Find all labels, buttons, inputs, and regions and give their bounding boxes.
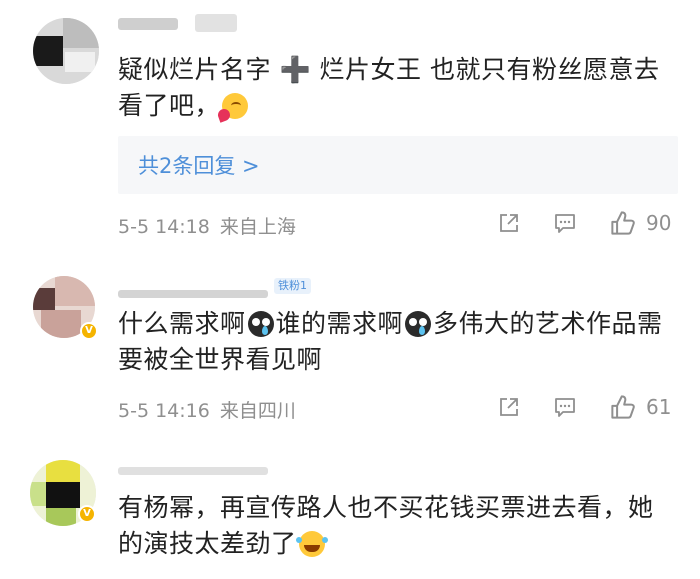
thumbs-up-icon xyxy=(611,211,635,235)
comment-3: V 有杨幂，再宣传路人也不买花钱买票进去看，她的演技太差劲了 xyxy=(0,445,700,579)
view-replies-link[interactable]: 共2条回复 > xyxy=(138,150,260,180)
crying-emoji-icon xyxy=(405,311,432,337)
fan-level-badge: 铁粉1 xyxy=(274,278,311,294)
cute-emoji-icon xyxy=(222,93,249,119)
username-blurred[interactable] xyxy=(118,18,178,30)
avatar[interactable] xyxy=(33,18,99,84)
action-bar: 90 xyxy=(498,210,678,238)
location: 来自上海 xyxy=(219,216,296,238)
laughing-crying-emoji-icon xyxy=(295,531,325,557)
thumbs-up-icon xyxy=(611,395,635,419)
comment-button[interactable] xyxy=(554,210,580,238)
username-blurred[interactable] xyxy=(118,290,268,298)
like-count: 61 xyxy=(646,395,672,419)
verified-badge-icon: V xyxy=(78,505,96,523)
like-count: 90 xyxy=(646,211,672,235)
timestamp: 5-5 14:16 xyxy=(118,400,210,422)
comment-segment: 什么需求啊 xyxy=(118,309,246,338)
location: 来自四川 xyxy=(219,400,296,422)
verified-badge-icon: V xyxy=(80,322,98,340)
comment-text: 有杨幂，再宣传路人也不买花钱买票进去看，她的演技太差劲了 xyxy=(118,490,678,562)
share-icon xyxy=(500,214,518,232)
comment-icon xyxy=(555,214,575,233)
comment-segment: 谁的需求啊 xyxy=(275,309,404,338)
comment-text: 什么需求啊 谁的需求啊 多伟大的艺术作品需要被全世界看见啊 xyxy=(118,306,678,378)
like-button[interactable]: 90 xyxy=(610,210,678,238)
comment-body: 有杨幂，再宣传路人也不买花钱买票进去看，她的演技太差劲了 xyxy=(118,493,654,558)
timestamp: 5-5 14:18 xyxy=(118,216,210,238)
share-button[interactable] xyxy=(498,210,524,238)
action-bar: 61 xyxy=(498,394,678,422)
comment-2: V 铁粉1 什么需求啊 谁的需求啊 多伟大的艺术作品需要被全世界看见啊 5-5 14… xyxy=(0,250,700,445)
comment-body: 疑似烂片名字 ➕ 烂片女王 也就只有粉丝愿意去看了吧， xyxy=(118,55,660,120)
crying-emoji-icon xyxy=(247,311,274,337)
like-button[interactable]: 61 xyxy=(610,394,678,422)
comment-meta: 5-5 14:18 来自上海 xyxy=(118,212,296,239)
comment-meta: 5-5 14:16 来自四川 xyxy=(118,396,296,423)
replies-panel: 共2条回复 > xyxy=(118,136,678,194)
comment-icon xyxy=(555,398,575,417)
comment-button[interactable] xyxy=(554,394,580,422)
comment-text: 疑似烂片名字 ➕ 烂片女王 也就只有粉丝愿意去看了吧， xyxy=(118,52,678,124)
share-button[interactable] xyxy=(498,394,524,422)
share-icon xyxy=(500,398,518,416)
comment-1: 疑似烂片名字 ➕ 烂片女王 也就只有粉丝愿意去看了吧， 共2条回复 > 5-5 … xyxy=(0,0,700,250)
username-blurred[interactable] xyxy=(118,467,268,475)
username-blurred xyxy=(195,14,237,32)
